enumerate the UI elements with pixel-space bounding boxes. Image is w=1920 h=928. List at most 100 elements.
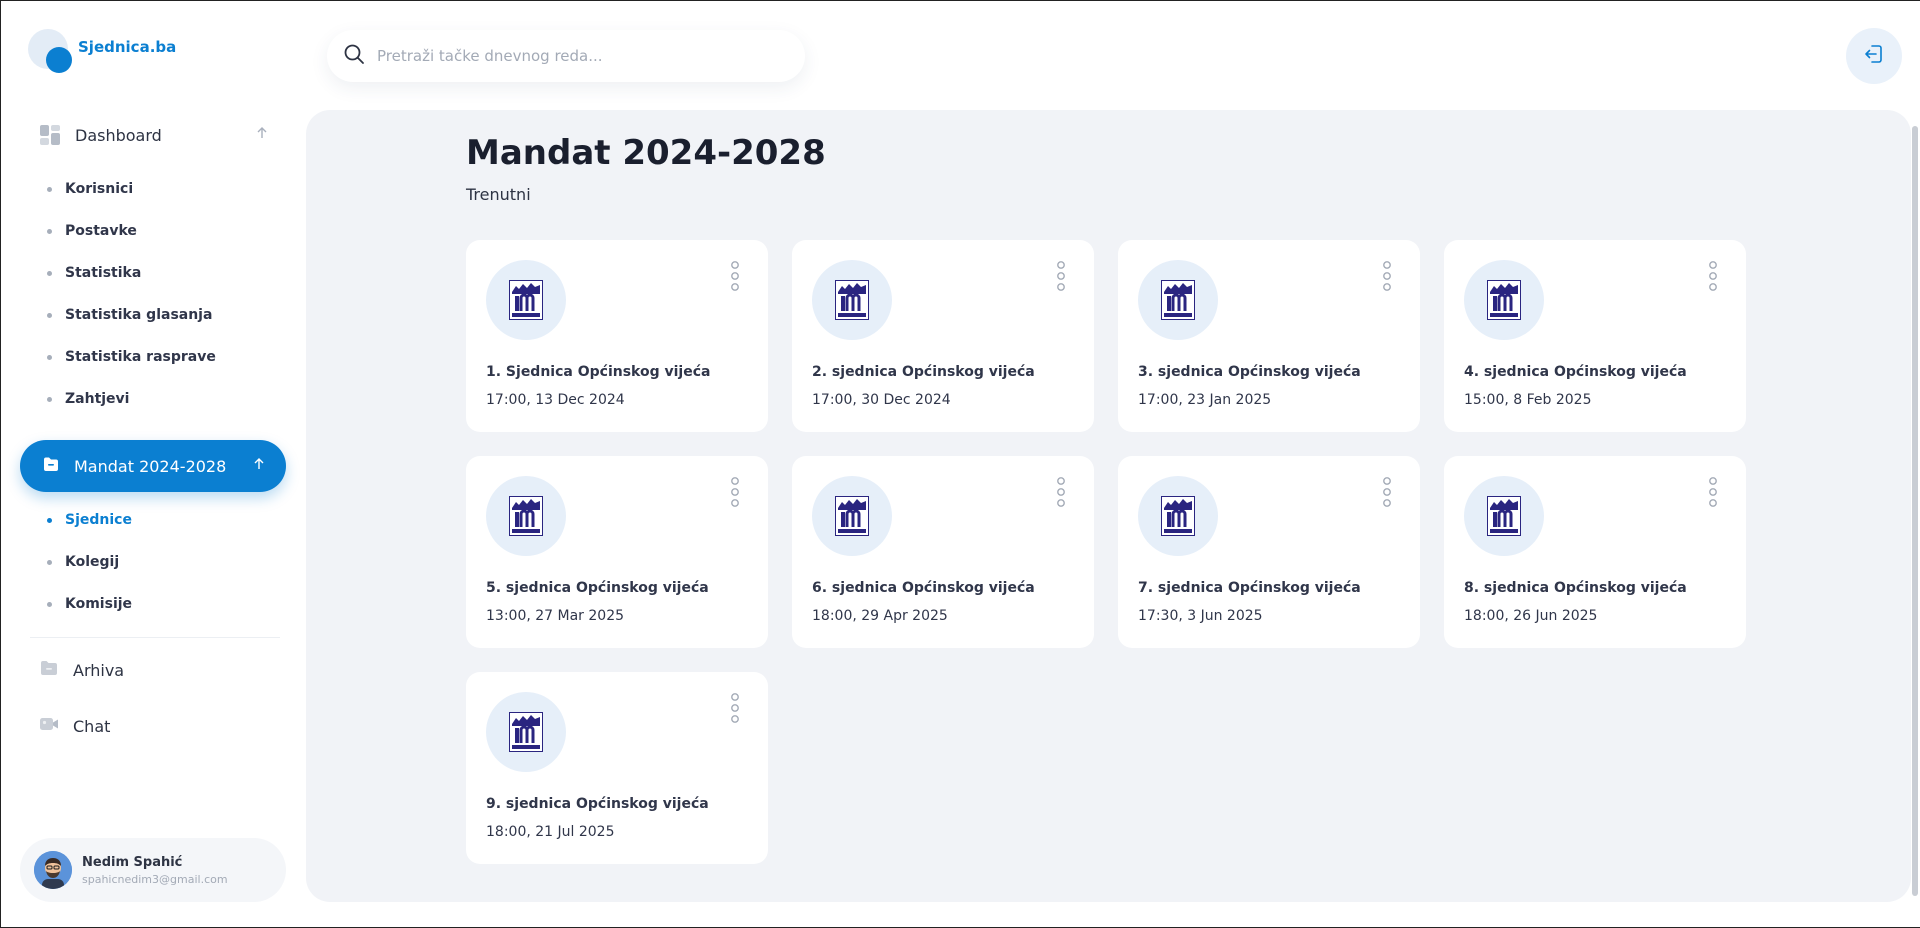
bullet-dot [47, 559, 52, 565]
sidebar-subitem-label: Korisnici [65, 181, 134, 197]
sidebar-item-label: Mandat 2024-2028 [74, 456, 227, 476]
sidebar-item-statistika[interactable]: Statistika [47, 252, 277, 294]
session-card[interactable]: 8. sjednica Općinskog vijeća 18:00, 26 Ju… [1444, 456, 1746, 648]
avatar [34, 851, 72, 889]
more-options-icon[interactable] [1706, 260, 1720, 292]
more-options-icon[interactable] [1054, 260, 1068, 292]
sidebar-item-korisnici[interactable]: Korisnici [47, 168, 277, 210]
sidebar-item-label: Arhiva [73, 660, 125, 680]
sidebar-item-postavke[interactable]: Postavke [47, 210, 277, 252]
session-datetime: 17:30, 3 Jun 2025 [1138, 608, 1263, 624]
sidebar: Sjednica.ba Dashboard Korisnici Postavke… [1, 1, 301, 928]
session-title: 6. sjednica Općinskog vijeća [812, 580, 1035, 596]
sidebar-item-dashboard[interactable]: Dashboard [39, 119, 267, 151]
municipality-logo [1138, 260, 1218, 340]
session-title: 9. sjednica Općinskog vijeća [486, 796, 709, 812]
municipality-logo [812, 260, 892, 340]
dashboard-submenu: Korisnici Postavke Statistika Statistika… [47, 168, 277, 420]
sidebar-item-chat[interactable]: Chat [39, 710, 267, 742]
municipality-logo [486, 260, 566, 340]
sidebar-subitem-label: Statistika [65, 265, 142, 281]
user-info: Nedim Spahić spahicnedim3@gmail.com [82, 855, 228, 886]
sidebar-item-mandat[interactable]: Mandat 2024-2028 [20, 440, 286, 492]
bullet-dot [47, 601, 52, 607]
more-options-icon[interactable] [1054, 476, 1068, 508]
municipality-logo [1138, 476, 1218, 556]
session-datetime: 18:00, 29 Apr 2025 [812, 608, 948, 624]
brand-mark-icon [28, 29, 74, 75]
logout-button[interactable] [1846, 28, 1902, 84]
more-options-icon[interactable] [1380, 476, 1394, 508]
page-title: Mandat 2024-2028 [466, 133, 826, 173]
more-options-icon[interactable] [728, 476, 742, 508]
arrow-up-icon [254, 458, 264, 474]
session-datetime: 18:00, 21 Jul 2025 [486, 824, 615, 840]
logout-icon [1863, 43, 1885, 69]
session-title: 3. sjednica Općinskog vijeća [1138, 364, 1361, 380]
search-icon [343, 43, 365, 69]
sidebar-subitem-label: Zahtjevi [65, 391, 130, 407]
arrow-up-icon [257, 127, 267, 143]
session-datetime: 13:00, 27 Mar 2025 [486, 608, 625, 624]
sidebar-item-sjednice[interactable]: Sjednice [47, 499, 277, 541]
archive-icon [39, 658, 59, 682]
sidebar-item-komisije[interactable]: Komisije [47, 583, 277, 625]
dashboard-icon [39, 124, 61, 146]
bullet-dot [47, 396, 52, 402]
session-card[interactable]: 5. sjednica Općinskog vijeća 13:00, 27 Ma… [466, 456, 768, 648]
sidebar-item-zahtjevi[interactable]: Zahtjevi [47, 378, 277, 420]
session-datetime: 15:00, 8 Feb 2025 [1464, 392, 1592, 408]
municipality-logo [1464, 476, 1544, 556]
user-name: Nedim Spahić [82, 854, 183, 870]
session-card[interactable]: 3. sjednica Općinskog vijeća 17:00, 23 Ja… [1118, 240, 1420, 432]
user-profile-card[interactable]: Nedim Spahić spahicnedim3@gmail.com [20, 838, 286, 902]
folder-icon [42, 455, 60, 477]
sidebar-subitem-label: Statistika rasprave [65, 349, 216, 365]
bullet-dot [47, 186, 52, 192]
bullet-dot [47, 270, 52, 276]
more-options-icon[interactable] [1706, 476, 1720, 508]
bullet-dot [47, 354, 52, 360]
sidebar-item-kolegij[interactable]: Kolegij [47, 541, 277, 583]
sidebar-item-arhiva[interactable]: Arhiva [39, 654, 267, 686]
session-title: 1. Sjednica Općinskog vijeća [486, 364, 711, 380]
session-card[interactable]: 6. sjednica Općinskog vijeća 18:00, 29 Ap… [792, 456, 1094, 648]
sidebar-item-statistika-rasprave[interactable]: Statistika rasprave [47, 336, 277, 378]
sidebar-subitem-label: Sjednice [65, 512, 132, 528]
scrollbar[interactable] [1912, 126, 1918, 896]
session-title: 7. sjednica Općinskog vijeća [1138, 580, 1361, 596]
sidebar-subitem-label: Komisije [65, 596, 133, 612]
session-card[interactable]: 2. sjednica Općinskog vijeća 17:00, 30 De… [792, 240, 1094, 432]
sidebar-subitem-label: Postavke [65, 223, 137, 239]
more-options-icon[interactable] [728, 692, 742, 724]
sidebar-divider [30, 637, 280, 638]
bullet-dot [47, 228, 52, 234]
mandat-submenu: Sjednice Kolegij Komisije [47, 499, 277, 625]
user-email: spahicnedim3@gmail.com [82, 872, 228, 886]
session-title: 5. sjednica Općinskog vijeća [486, 580, 709, 596]
sidebar-item-label: Dashboard [75, 125, 162, 145]
page-subtitle: Trenutni [466, 185, 531, 204]
municipality-logo [486, 692, 566, 772]
brand-name: Sjednica.ba [78, 38, 177, 56]
session-card[interactable]: 9. sjednica Općinskog vijeća 18:00, 21 Ju… [466, 672, 768, 864]
session-datetime: 17:00, 23 Jan 2025 [1138, 392, 1272, 408]
sidebar-subitem-label: Kolegij [65, 554, 120, 570]
session-datetime: 18:00, 26 Jun 2025 [1464, 608, 1598, 624]
municipality-logo [486, 476, 566, 556]
session-title: 2. sjednica Općinskog vijeća [812, 364, 1035, 380]
session-datetime: 17:00, 30 Dec 2024 [812, 392, 951, 408]
session-card[interactable]: 1. Sjednica Općinskog vijeća 17:00, 13 De… [466, 240, 768, 432]
session-card[interactable]: 7. sjednica Općinskog vijeća 17:30, 3 Jun… [1118, 456, 1420, 648]
municipality-logo [812, 476, 892, 556]
session-title: 8. sjednica Općinskog vijeća [1464, 580, 1687, 596]
brand-logo[interactable]: Sjednica.ba [28, 29, 248, 75]
session-title: 4. sjednica Općinskog vijeća [1464, 364, 1687, 380]
search-input[interactable] [377, 47, 777, 65]
bullet-dot [47, 517, 52, 523]
sidebar-item-label: Chat [73, 716, 111, 736]
more-options-icon[interactable] [728, 260, 742, 292]
more-options-icon[interactable] [1380, 260, 1394, 292]
sidebar-item-statistika-glasanja[interactable]: Statistika glasanja [47, 294, 277, 336]
session-card[interactable]: 4. sjednica Općinskog vijeća 15:00, 8 Feb… [1444, 240, 1746, 432]
